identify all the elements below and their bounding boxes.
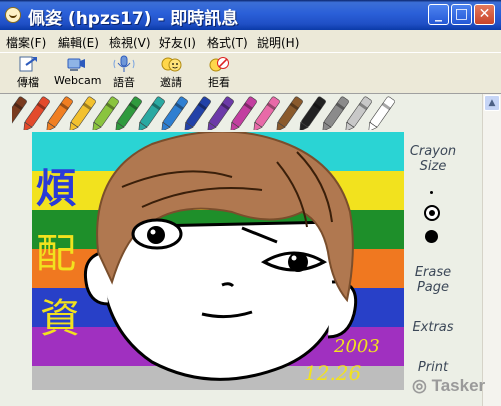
handwriting-char-1: 煩 [36,166,76,212]
doodle-picture[interactable]: 煩 配 資 2003 12.26 [32,132,404,390]
menu-help[interactable]: 說明(H) [257,34,299,51]
invite-button[interactable]: 邀請 [155,55,187,90]
webcam-label: Webcam [54,74,102,87]
right-pupil [288,252,308,272]
title-bar[interactable]: 佩姿 (hpzs17) - 即時訊息 _ □ ✕ [0,0,501,30]
file-transfer-label: 傳檔 [17,76,39,89]
webcam-icon [67,58,85,71]
vertical-scrollbar[interactable]: ▲ [482,94,501,406]
menu-format[interactable]: 格式(T) [207,34,248,51]
microphone-icon [113,55,135,72]
voice-label: 語音 [113,76,135,89]
doodle-canvas-area[interactable]: 煩 配 資 2003 12.26 Crayon Size Erase Page … [0,94,482,406]
crayon-size-large[interactable] [425,230,438,243]
menu-edit[interactable]: 編輯(E) [58,34,99,51]
left-pupil [147,226,165,244]
file-transfer-icon [19,56,37,72]
menu-bar: 檔案(F) 編輯(E) 檢視(V) 好友(I) 格式(T) 說明(H) [0,30,501,53]
handwriting-char-3: 資 [40,296,80,342]
minimize-button[interactable]: _ [428,4,449,25]
block-label: 拒看 [208,76,230,89]
extras-button[interactable]: Extras [406,320,460,335]
print-button[interactable]: Print [406,360,460,375]
block-button[interactable]: 拒看 [203,55,235,90]
file-transfer-button[interactable]: 傳檔 [10,55,46,90]
webcam-button[interactable]: Webcam [54,55,102,87]
crayon-palette[interactable] [12,94,432,130]
close-button[interactable]: ✕ [474,4,495,25]
handwriting-char-2: 配 [36,231,76,277]
date-year: 2003 [333,336,380,357]
crayon-size-label: Crayon Size [409,144,457,174]
toolbar: 傳檔 Webcam 語音 邀請 拒看 [0,53,501,94]
scroll-up-arrow-icon[interactable]: ▲ [484,95,500,111]
window-title: 佩姿 (hpzs17) - 即時訊息 [28,9,239,29]
messenger-app-icon [5,7,21,23]
menu-file[interactable]: 檔案(F) [6,34,46,51]
menu-friends[interactable]: 好友(I) [159,34,196,51]
menu-view[interactable]: 檢視(V) [109,34,151,51]
voice-button[interactable]: 語音 [108,55,140,90]
crayon-size-small[interactable] [430,191,433,194]
erase-page-button[interactable]: Erase Page [406,265,460,295]
block-icon [209,57,229,72]
watermark-logo-icon: ◎ [412,376,427,395]
crayon-size-medium-selected[interactable] [424,205,440,221]
maximize-button[interactable]: □ [451,4,472,25]
invite-label: 邀請 [160,76,182,89]
tasker-watermark: ◎ Tasker [412,376,486,395]
invite-icon [161,57,182,72]
date-day: 12.26 [304,361,362,385]
